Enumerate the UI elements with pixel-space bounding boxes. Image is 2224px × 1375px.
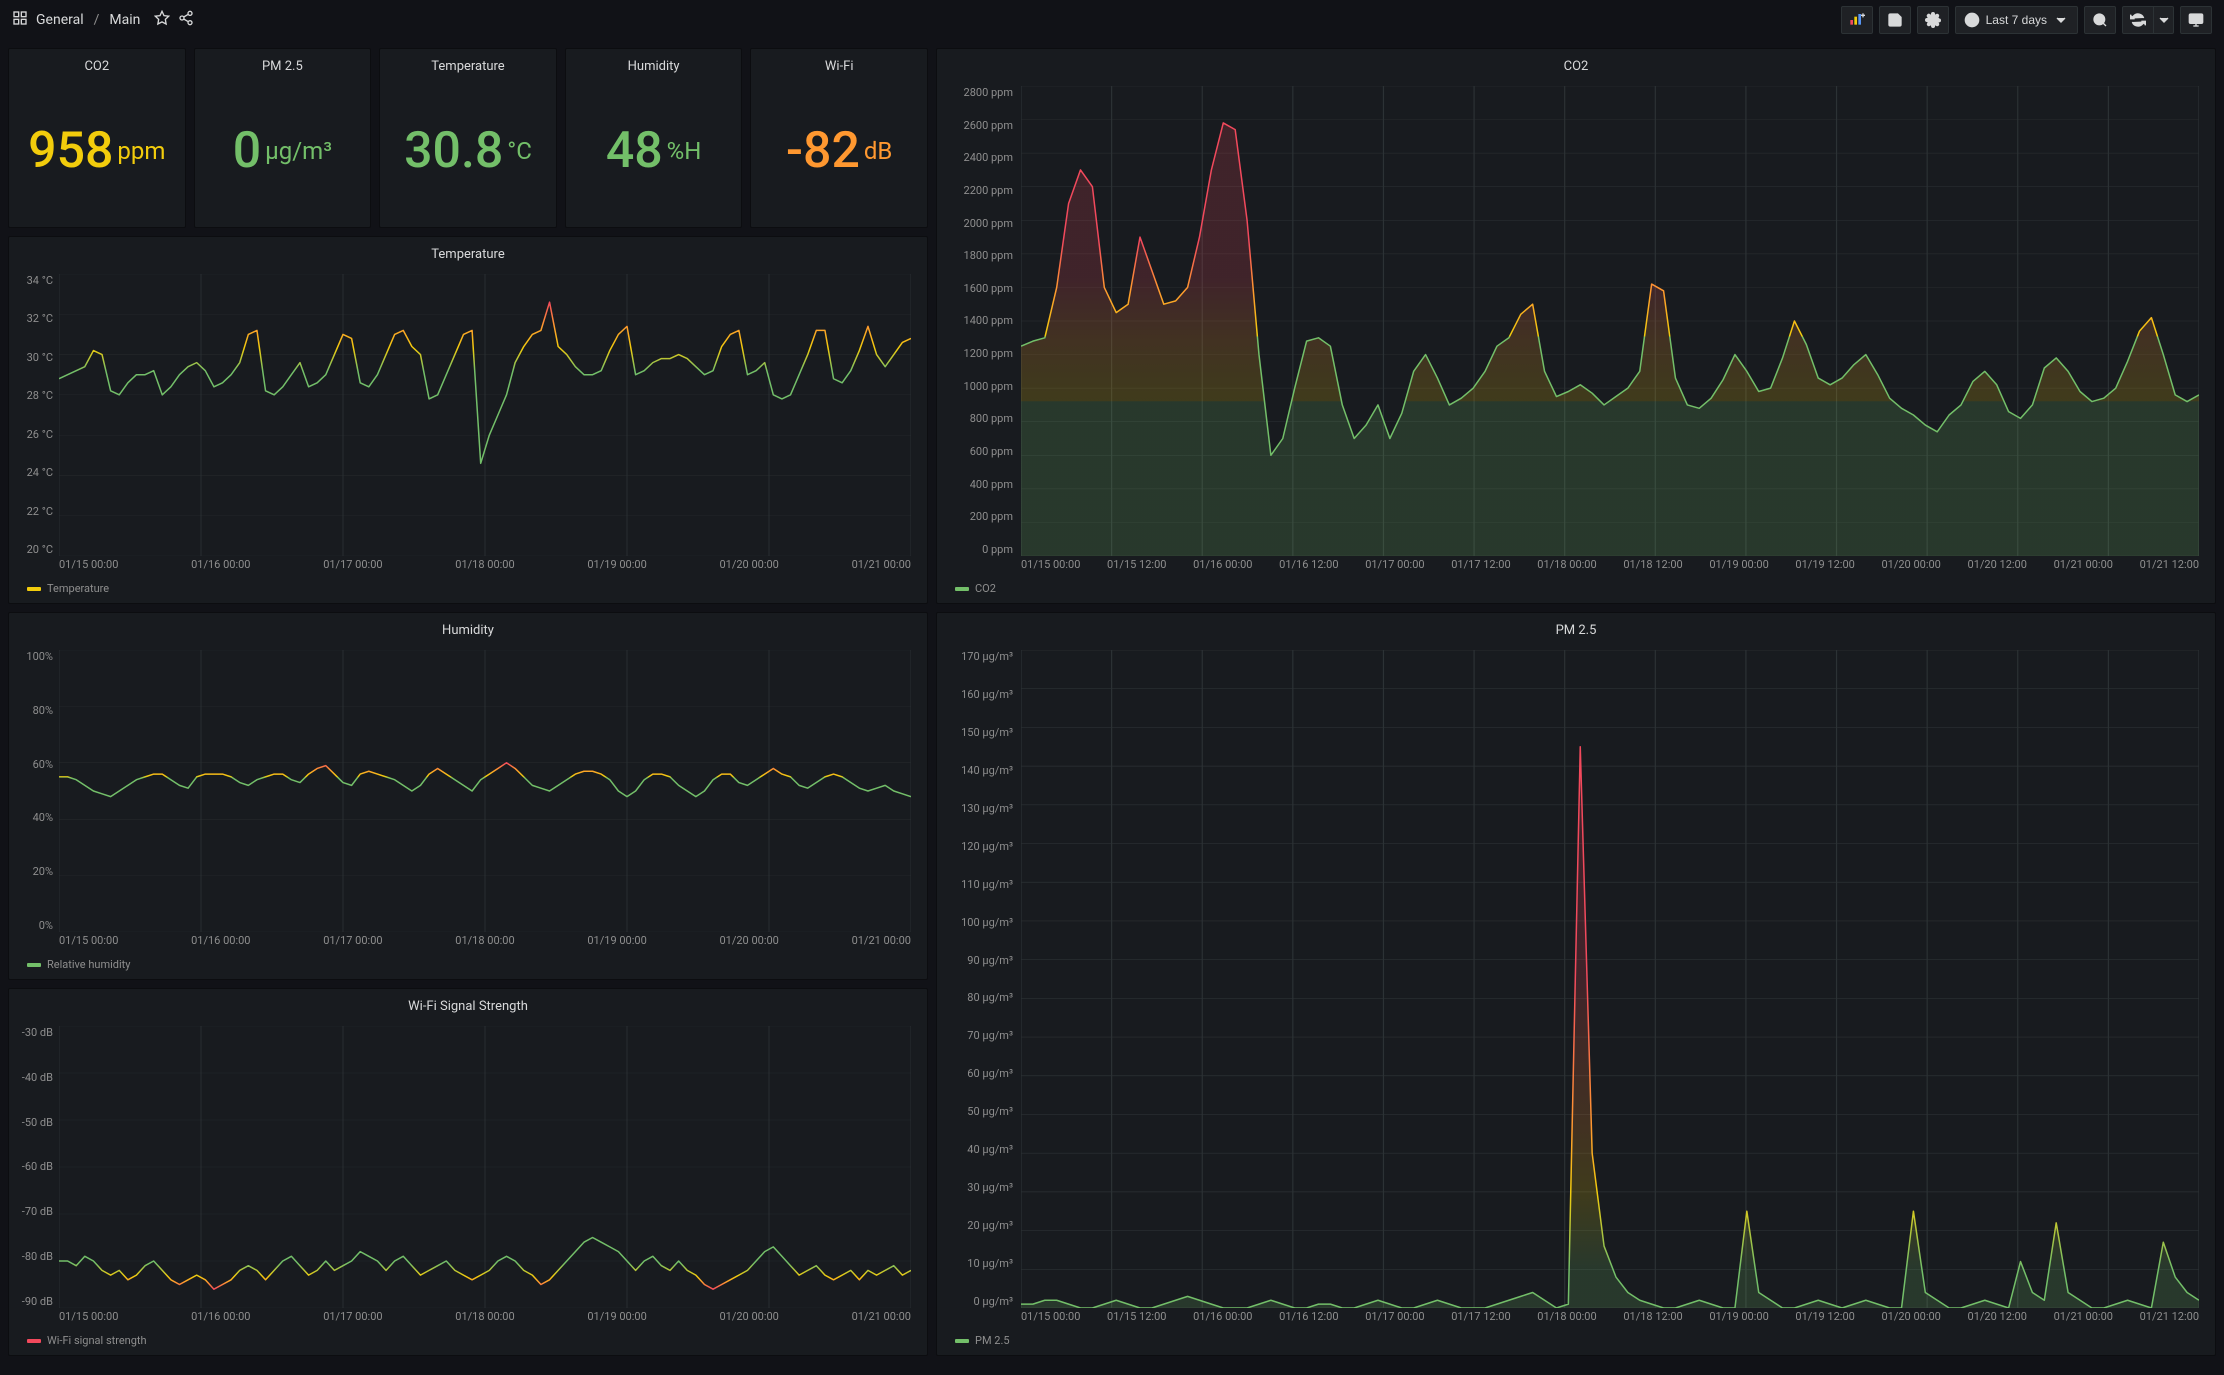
stat-title: Wi-Fi	[751, 49, 927, 74]
panel-title: PM 2.5	[937, 613, 2215, 642]
legend-label: PM 2.5	[975, 1334, 1010, 1347]
panel-title: CO2	[937, 49, 2215, 78]
legend-swatch	[955, 1339, 969, 1343]
breadcrumb-page[interactable]: Main	[109, 12, 140, 28]
stat-panel-humidity[interactable]: Humidity 48%H	[565, 48, 743, 228]
refresh-button[interactable]	[2122, 6, 2154, 34]
legend-swatch	[27, 587, 41, 591]
chart-plot[interactable]	[1021, 86, 2199, 556]
stat-unit: µg/m³	[265, 137, 332, 165]
stat-panel-wifi[interactable]: Wi-Fi -82dB	[750, 48, 928, 228]
stat-unit: ppm	[117, 137, 165, 165]
y-axis: 100%80%60%40%20%0%	[9, 650, 57, 932]
stat-panel-co2[interactable]: CO2 958ppm	[8, 48, 186, 228]
time-range-button[interactable]: Last 7 days	[1955, 6, 2078, 34]
legend-swatch	[27, 963, 41, 967]
chevron-down-icon	[2053, 12, 2069, 28]
chart-plot[interactable]	[59, 1026, 911, 1308]
share-icon[interactable]	[178, 10, 194, 30]
stat-panel-temperature[interactable]: Temperature 30.8°C	[379, 48, 557, 228]
x-axis: 01/15 00:0001/16 00:0001/17 00:0001/18 0…	[59, 1308, 911, 1330]
stat-unit: °C	[507, 137, 532, 165]
add-panel-button[interactable]	[1841, 6, 1873, 34]
chart-plot[interactable]	[59, 274, 911, 556]
chart-panel-co2[interactable]: CO2 2800 ppm2600 ppm2400 ppm2200 ppm2000…	[936, 48, 2216, 604]
legend-item[interactable]: Temperature	[27, 582, 109, 595]
x-axis: 01/15 00:0001/15 12:0001/16 00:0001/16 1…	[1021, 556, 2199, 578]
stat-unit: dB	[864, 137, 893, 165]
stat-value: 958	[28, 126, 113, 176]
stat-unit: %H	[667, 137, 702, 165]
panel-title: Humidity	[9, 613, 927, 642]
refresh-interval-button[interactable]	[2154, 6, 2174, 34]
top-toolbar: General / Main Last 7 days	[0, 0, 2224, 40]
stat-title: Humidity	[566, 49, 742, 74]
chart-panel-humidity[interactable]: Humidity 100%80%60%40%20%0% 01/15 00:000…	[8, 612, 928, 980]
tv-mode-button[interactable]	[2180, 6, 2212, 34]
y-axis: 170 µg/m³160 µg/m³150 µg/m³140 µg/m³130 …	[937, 650, 1017, 1308]
chart-plot[interactable]	[1021, 650, 2199, 1308]
stat-value: 48	[606, 126, 663, 176]
save-button[interactable]	[1879, 6, 1911, 34]
x-axis: 01/15 00:0001/16 00:0001/17 00:0001/18 0…	[59, 556, 911, 578]
legend-item[interactable]: Wi-Fi signal strength	[27, 1334, 147, 1347]
chart-panel-wifi[interactable]: Wi-Fi Signal Strength -30 dB-40 dB-50 dB…	[8, 988, 928, 1356]
stat-value: -82	[786, 126, 860, 176]
settings-button[interactable]	[1917, 6, 1949, 34]
stat-title: Temperature	[380, 49, 556, 74]
x-axis: 01/15 00:0001/15 12:0001/16 00:0001/16 1…	[1021, 1308, 2199, 1330]
legend-swatch	[27, 1339, 41, 1343]
star-icon[interactable]	[154, 10, 170, 30]
stat-title: PM 2.5	[195, 49, 371, 74]
panel-title: Temperature	[9, 237, 927, 266]
breadcrumb-folder[interactable]: General	[36, 12, 84, 28]
legend-label: Wi-Fi signal strength	[47, 1334, 147, 1347]
zoom-out-button[interactable]	[2084, 6, 2116, 34]
chart-panel-temperature[interactable]: Temperature 34 °C32 °C30 °C28 °C26 °C24 …	[8, 236, 928, 604]
legend-item[interactable]: PM 2.5	[955, 1334, 1010, 1347]
legend-label: CO2	[975, 582, 996, 595]
legend-item[interactable]: CO2	[955, 582, 996, 595]
chart-panel-pm25[interactable]: PM 2.5 170 µg/m³160 µg/m³150 µg/m³140 µg…	[936, 612, 2216, 1356]
dashboard-grid-icon[interactable]	[12, 10, 28, 30]
panel-title: Wi-Fi Signal Strength	[9, 989, 927, 1018]
y-axis: 34 °C32 °C30 °C28 °C26 °C24 °C22 °C20 °C	[9, 274, 57, 556]
chart-plot[interactable]	[59, 650, 911, 932]
stat-value: 0	[233, 126, 261, 176]
y-axis: -30 dB-40 dB-50 dB-60 dB-70 dB-80 dB-90 …	[9, 1026, 57, 1308]
stat-title: CO2	[9, 49, 185, 74]
y-axis: 2800 ppm2600 ppm2400 ppm2200 ppm2000 ppm…	[937, 86, 1017, 556]
legend-label: Relative humidity	[47, 958, 131, 971]
time-range-label: Last 7 days	[1986, 13, 2047, 27]
stat-value: 30.8	[404, 126, 503, 176]
breadcrumb-separator: /	[94, 12, 100, 28]
legend-swatch	[955, 587, 969, 591]
legend-item[interactable]: Relative humidity	[27, 958, 131, 971]
x-axis: 01/15 00:0001/16 00:0001/17 00:0001/18 0…	[59, 932, 911, 954]
legend-label: Temperature	[47, 582, 109, 595]
stat-panel-pm25[interactable]: PM 2.5 0µg/m³	[194, 48, 372, 228]
